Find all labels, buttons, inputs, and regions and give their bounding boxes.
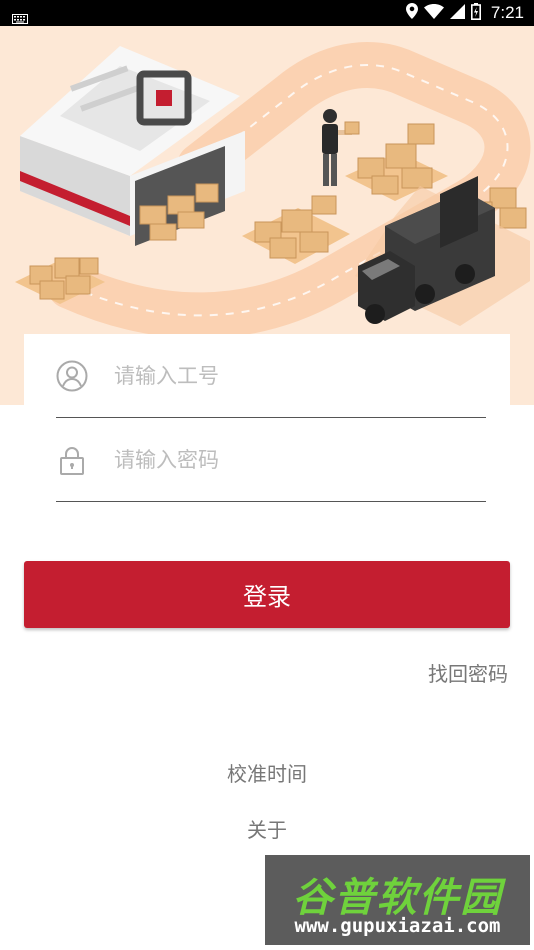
about-link[interactable]: 关于 <box>0 814 534 843</box>
watermark: 谷普软件园 www.gupuxiazai.com <box>265 855 530 945</box>
forgot-password-link[interactable]: 找回密码 <box>428 658 508 687</box>
user-icon <box>56 360 88 392</box>
password-input[interactable] <box>114 440 474 480</box>
lock-icon <box>56 444 88 476</box>
calibrate-time-link[interactable]: 校准时间 <box>0 758 534 787</box>
box-pile <box>345 123 448 201</box>
wifi-icon <box>423 3 444 23</box>
account-field <box>56 334 486 418</box>
login-form <box>24 334 510 514</box>
password-field <box>56 418 486 502</box>
signal-icon <box>449 3 465 23</box>
warehouse-illustration <box>20 46 245 246</box>
account-input[interactable] <box>114 356 474 396</box>
watermark-url: www.gupuxiazai.com <box>294 915 501 937</box>
status-time: 7:21 <box>490 3 524 22</box>
login-button[interactable]: 登录 <box>24 561 510 628</box>
battery-icon <box>470 2 481 24</box>
status-bar: 7:21 <box>0 0 534 26</box>
location-icon <box>405 3 418 23</box>
